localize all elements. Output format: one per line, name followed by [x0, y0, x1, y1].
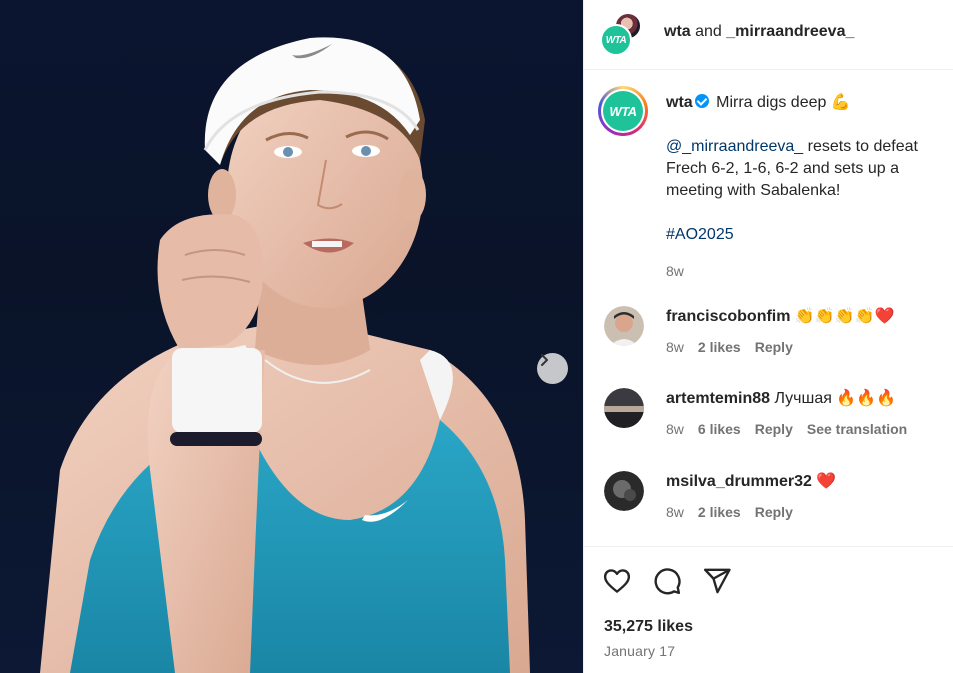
avatar[interactable]: WTA [600, 24, 632, 56]
comment-username[interactable]: msilva_drummer32 [666, 473, 812, 490]
heart-icon[interactable] [602, 566, 632, 596]
caption-timestamp[interactable]: 8w [666, 260, 946, 282]
comment-timestamp[interactable]: 8w [666, 336, 684, 358]
avatar[interactable] [604, 471, 644, 511]
comment-username[interactable]: artemtemin88 [666, 390, 770, 407]
collab-avatars[interactable]: WTA [600, 12, 644, 56]
comment-timestamp[interactable]: 8w [666, 501, 684, 523]
comment-text: ❤️ [816, 473, 837, 490]
post-photo [40, 37, 530, 673]
post-authors: wta and _mirraandreeva_ [664, 23, 854, 41]
post-header: WTA wta and _mirraandreeva_ [584, 0, 953, 70]
flexed-bicep-emoji: 💪 [830, 94, 851, 111]
reply-button[interactable]: Reply [755, 336, 793, 358]
author-joiner: and [695, 23, 722, 40]
post-date[interactable]: January 17 [604, 643, 675, 659]
next-image-button[interactable] [537, 353, 568, 384]
hashtag-link[interactable]: #AO2025 [666, 226, 734, 243]
comment-text: Лучшая 🔥🔥🔥 [774, 390, 897, 407]
see-translation-button[interactable]: See translation [807, 418, 907, 440]
avatar[interactable] [604, 388, 644, 428]
reply-button[interactable]: Reply [755, 501, 793, 523]
author-link[interactable]: wta [664, 23, 691, 40]
share-icon[interactable] [702, 566, 732, 596]
post-media[interactable] [0, 0, 583, 673]
caption-title: Mirra digs deep [716, 94, 827, 111]
mention-link[interactable]: @_mirraandreeva_ [666, 138, 803, 155]
author-link[interactable]: _mirraandreeva_ [726, 23, 854, 40]
comment-likes[interactable]: 2 likes [698, 501, 741, 523]
post-sidebar: WTA wta and _mirraandreeva_ WTA wta Mirr… [583, 0, 953, 673]
likes-count[interactable]: 35,275 likes [604, 618, 693, 636]
comment-likes[interactable]: 2 likes [698, 336, 741, 358]
avatar[interactable]: WTA [598, 86, 648, 136]
comment-timestamp[interactable]: 8w [666, 418, 684, 440]
avatar-logo: WTA [603, 91, 643, 131]
comment-text: 👏👏👏👏❤️ [794, 308, 895, 325]
caption-text: @_mirraandreeva_ resets to defeat Frech … [666, 136, 946, 202]
comment-likes[interactable]: 6 likes [698, 418, 741, 440]
verified-badge-icon [694, 94, 709, 108]
comment-icon[interactable] [652, 566, 682, 596]
comment-username[interactable]: franciscobonfim [666, 308, 790, 325]
caption-username[interactable]: wta [666, 94, 693, 111]
chevron-right-icon [541, 354, 548, 366]
post-actions: 35,275 likes January 17 [584, 546, 953, 673]
avatar[interactable] [604, 306, 644, 346]
reply-button[interactable]: Reply [755, 418, 793, 440]
